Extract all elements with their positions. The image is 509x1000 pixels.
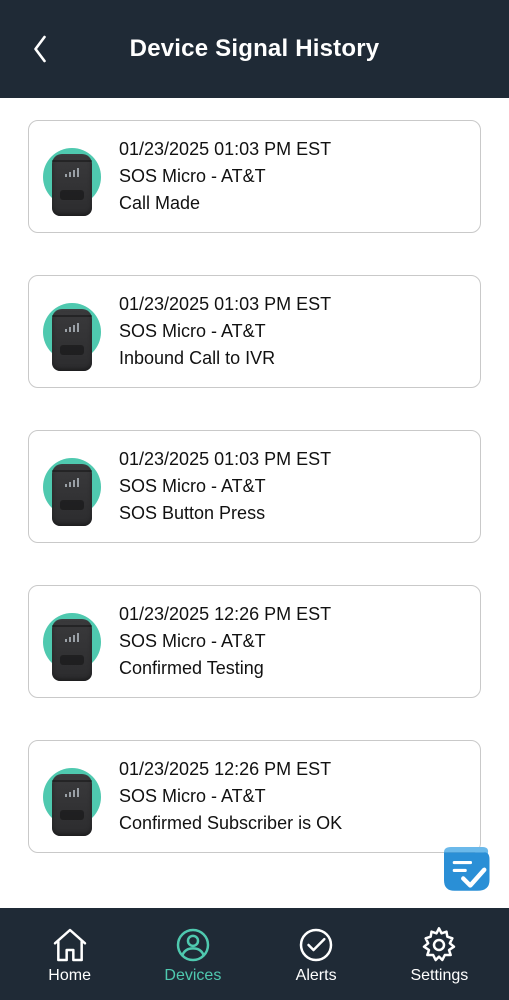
history-event: Call Made [119, 193, 331, 214]
tab-home-label: Home [48, 967, 91, 985]
device-icon [52, 154, 92, 216]
history-timestamp: 01/23/2025 01:03 PM EST [119, 294, 331, 315]
device-avatar [43, 148, 101, 206]
checklist-badge-icon [437, 840, 493, 896]
tab-devices-label: Devices [164, 967, 221, 985]
history-timestamp: 01/23/2025 01:03 PM EST [119, 139, 331, 160]
history-item-text: 01/23/2025 01:03 PM EST SOS Micro - AT&T… [119, 294, 331, 369]
gear-icon [419, 925, 459, 965]
history-timestamp: 01/23/2025 01:03 PM EST [119, 449, 331, 470]
history-item[interactable]: 01/23/2025 01:03 PM EST SOS Micro - AT&T… [28, 120, 481, 233]
history-device: SOS Micro - AT&T [119, 321, 331, 342]
device-icon [52, 464, 92, 526]
history-item[interactable]: 01/23/2025 12:26 PM EST SOS Micro - AT&T… [28, 740, 481, 853]
person-circle-icon [173, 925, 213, 965]
device-avatar [43, 613, 101, 671]
history-item-text: 01/23/2025 12:26 PM EST SOS Micro - AT&T… [119, 604, 331, 679]
page-title: Device Signal History [0, 35, 509, 63]
history-event: SOS Button Press [119, 503, 331, 524]
history-device: SOS Micro - AT&T [119, 631, 331, 652]
history-item[interactable]: 01/23/2025 12:26 PM EST SOS Micro - AT&T… [28, 585, 481, 698]
tab-home[interactable]: Home [8, 925, 131, 985]
history-event: Confirmed Testing [119, 658, 331, 679]
history-item[interactable]: 01/23/2025 01:03 PM EST SOS Micro - AT&T… [28, 275, 481, 388]
tab-devices[interactable]: Devices [131, 925, 254, 985]
history-event: Inbound Call to IVR [119, 348, 331, 369]
check-circle-icon [296, 925, 336, 965]
history-item-text: 01/23/2025 12:26 PM EST SOS Micro - AT&T… [119, 759, 342, 834]
tab-alerts-label: Alerts [296, 967, 337, 985]
device-avatar [43, 458, 101, 516]
device-icon [52, 309, 92, 371]
device-icon [52, 774, 92, 836]
history-device: SOS Micro - AT&T [119, 166, 331, 187]
history-item-text: 01/23/2025 01:03 PM EST SOS Micro - AT&T… [119, 449, 331, 524]
history-timestamp: 01/23/2025 12:26 PM EST [119, 759, 342, 780]
help-badge-button[interactable] [437, 840, 493, 890]
tab-settings-label: Settings [410, 967, 468, 985]
history-list: 01/23/2025 01:03 PM EST SOS Micro - AT&T… [0, 98, 509, 908]
device-avatar [43, 768, 101, 826]
history-device: SOS Micro - AT&T [119, 476, 331, 497]
history-timestamp: 01/23/2025 12:26 PM EST [119, 604, 331, 625]
app-header: Device Signal History [0, 0, 509, 98]
device-avatar [43, 303, 101, 361]
history-device: SOS Micro - AT&T [119, 786, 342, 807]
device-icon [52, 619, 92, 681]
history-item-text: 01/23/2025 01:03 PM EST SOS Micro - AT&T… [119, 139, 331, 214]
home-icon [50, 925, 90, 965]
tab-alerts[interactable]: Alerts [255, 925, 378, 985]
history-event: Confirmed Subscriber is OK [119, 813, 342, 834]
tab-settings[interactable]: Settings [378, 925, 501, 985]
history-item[interactable]: 01/23/2025 01:03 PM EST SOS Micro - AT&T… [28, 430, 481, 543]
bottom-tabbar: Home Devices Alerts Settings [0, 908, 509, 1000]
